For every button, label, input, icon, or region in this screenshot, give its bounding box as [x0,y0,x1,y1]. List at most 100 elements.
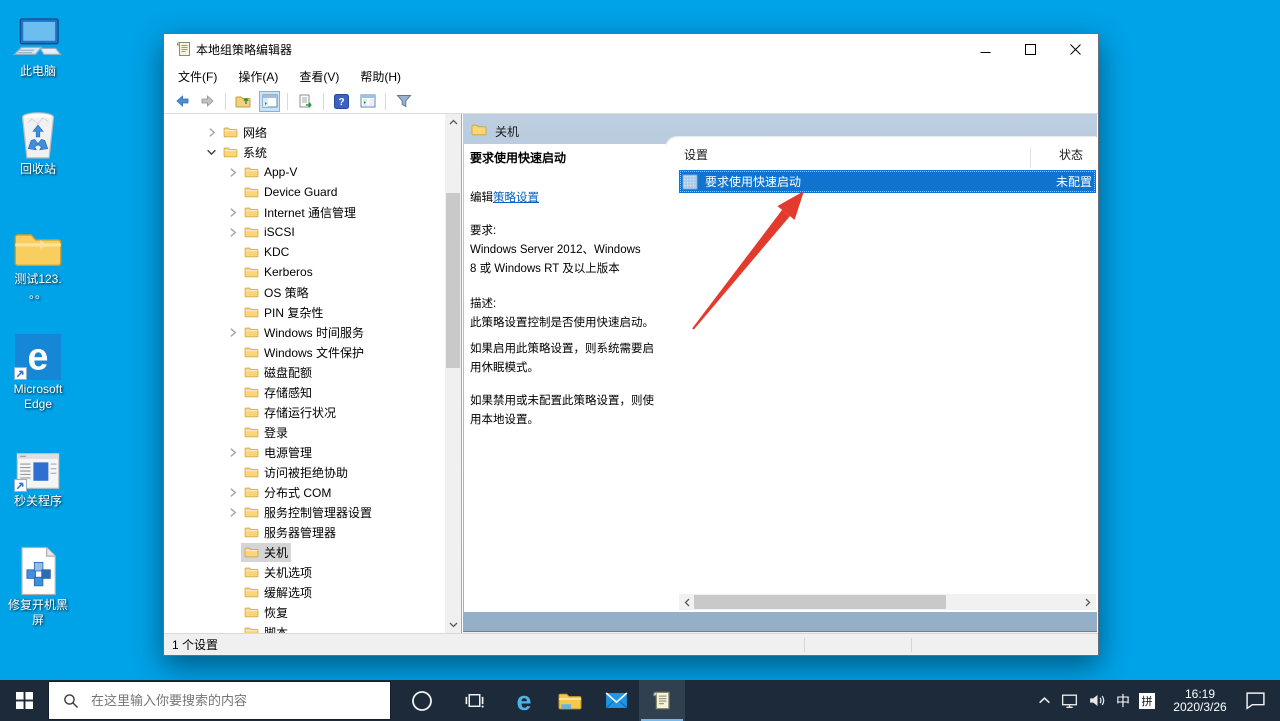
edit-policy-link[interactable]: 策略设置 [493,192,539,204]
forward-button[interactable] [197,91,218,112]
show-action-pane-button[interactable] [357,91,378,112]
tree-item-body[interactable]: 服务器管理器 [241,523,339,542]
scroll-right-arrow[interactable] [1080,594,1096,610]
menu-view[interactable]: 查看(V) [297,66,341,87]
tree-item-13[interactable]: 存储感知 [164,382,461,402]
list-scrollbar-thumb[interactable] [694,595,946,609]
tree-item-22[interactable]: 关机选项 [164,562,461,582]
tree-item-body[interactable]: 电源管理 [241,443,315,462]
tree-item-10[interactable]: Windows 时间服务 [164,322,461,342]
desktop-icon-fix-black-screen[interactable]: 修复开机黑屏 [0,546,76,628]
tree-item-16[interactable]: 电源管理 [164,442,461,462]
maximize-button[interactable] [1008,34,1053,64]
title-bar[interactable]: 本地组策略编辑器 [164,34,1098,64]
desktop-icon-recycle-bin[interactable]: 回收站 [0,110,76,177]
tree-item-body[interactable]: 登录 [241,423,291,442]
tree-item-12[interactable]: 磁盘配额 [164,362,461,382]
collapsed-chevron-icon[interactable] [227,167,238,178]
tree-item-19[interactable]: 服务控制管理器设置 [164,502,461,522]
tree-item-body[interactable]: 网络 [220,123,270,142]
tree-item-14[interactable]: 存储运行状况 [164,402,461,422]
search-input[interactable] [89,692,363,709]
tree-item-body[interactable]: Kerberos [241,264,316,280]
column-header-setting[interactable]: 设置 [684,146,708,169]
tree-item-25[interactable]: 脚本 [164,622,461,633]
tree-item-5[interactable]: iSCSI [164,222,461,242]
tree-item-body[interactable]: KDC [241,244,292,260]
column-divider[interactable] [1030,147,1031,168]
tree-item-body[interactable]: 存储感知 [241,383,315,402]
tree-item-body[interactable]: iSCSI [241,224,298,240]
desktop-icon-edge[interactable]: eMicrosoft Edge [0,330,76,412]
tree-item-body[interactable]: Windows 文件保护 [241,343,367,362]
scroll-up-arrow[interactable] [445,114,461,130]
list-horizontal-scrollbar[interactable] [679,594,1096,610]
tree-item-6[interactable]: KDC [164,242,461,262]
tree-item-body[interactable]: 恢复 [241,603,291,622]
tree-item-21[interactable]: 关机 [164,542,461,562]
tree-item-body[interactable]: 访问被拒绝协助 [241,463,351,482]
tree-item-body[interactable]: Device Guard [241,184,340,200]
desktop-icon-quick-shutdown[interactable]: 秒关程序 [0,442,76,509]
menu-action[interactable]: 操作(A) [236,66,280,87]
tree-item-24[interactable]: 恢复 [164,602,461,622]
scroll-down-arrow[interactable] [445,617,461,633]
tree-item-20[interactable]: 服务器管理器 [164,522,461,542]
taskbar-mail-icon[interactable] [593,680,639,721]
start-button[interactable] [0,680,48,721]
tree-item-11[interactable]: Windows 文件保护 [164,342,461,362]
tree-item-body[interactable]: 分布式 COM [241,483,334,502]
collapsed-chevron-icon[interactable] [227,507,238,518]
collapsed-chevron-icon[interactable] [227,447,238,458]
tree-scrollbar[interactable] [445,114,461,633]
tree-item-body[interactable]: OS 策略 [241,283,312,302]
taskbar-explorer-icon[interactable] [547,680,593,721]
tree-item-9[interactable]: PIN 复杂性 [164,302,461,322]
expanded-chevron-icon[interactable] [206,147,217,158]
tree-item-body[interactable]: 关机选项 [241,563,315,582]
tree-item-7[interactable]: Kerberos [164,262,461,282]
tree-item-18[interactable]: 分布式 COM [164,482,461,502]
tree-item-body[interactable]: 磁盘配额 [241,363,315,382]
desktop-icon-test-folder[interactable]: 测试123.。。 [0,220,76,302]
up-folder-button[interactable] [233,91,254,112]
collapsed-chevron-icon[interactable] [227,227,238,238]
filter-button[interactable] [393,91,414,112]
tree-item-3[interactable]: Device Guard [164,182,461,202]
tree-item-body[interactable]: 服务控制管理器设置 [241,503,375,522]
tree-item-2[interactable]: App-V [164,162,461,182]
tree-item-body[interactable]: PIN 复杂性 [241,303,326,322]
network-icon[interactable] [1060,693,1079,709]
close-button[interactable] [1053,34,1098,64]
tree-item-8[interactable]: OS 策略 [164,282,461,302]
tree-item-body[interactable]: 缓解选项 [241,583,315,602]
scroll-left-arrow[interactable] [679,594,695,610]
cortana-button[interactable] [399,680,445,721]
tree-item-4[interactable]: Internet 通信管理 [164,202,461,222]
back-button[interactable] [171,91,192,112]
tree-item-body[interactable]: 存储运行状况 [241,403,339,422]
help-button[interactable]: ? [331,91,352,112]
tree-item-body[interactable]: 脚本 [241,623,291,634]
policy-list-row[interactable]: 要求使用快速启动 未配置 [679,170,1096,193]
task-view-button[interactable] [451,680,497,721]
collapsed-chevron-icon[interactable] [227,207,238,218]
volume-icon[interactable] [1088,693,1107,708]
column-header-status[interactable]: 状态 [1059,146,1083,169]
ime-mode-indicator[interactable]: 拼 [1139,693,1155,709]
tree-item-body[interactable]: App-V [241,164,300,180]
show-console-tree-button[interactable] [259,91,280,112]
collapsed-chevron-icon[interactable] [206,127,217,138]
tree-item-body[interactable]: 关机 [241,543,291,562]
taskbar-search[interactable] [48,681,391,720]
taskbar-edge-icon[interactable]: e [501,680,547,721]
tree-item-1[interactable]: 系统 [164,142,461,162]
export-list-button[interactable] [295,91,316,112]
tree-item-body[interactable]: 系统 [220,143,270,162]
tree-item-15[interactable]: 登录 [164,422,461,442]
collapsed-chevron-icon[interactable] [227,487,238,498]
taskbar-clock[interactable]: 16:19 2020/3/26 [1164,688,1236,714]
desktop-icon-this-pc[interactable]: 此电脑 [0,12,76,79]
action-center-icon[interactable] [1245,691,1266,710]
ime-language-indicator[interactable]: 中 [1116,691,1130,711]
